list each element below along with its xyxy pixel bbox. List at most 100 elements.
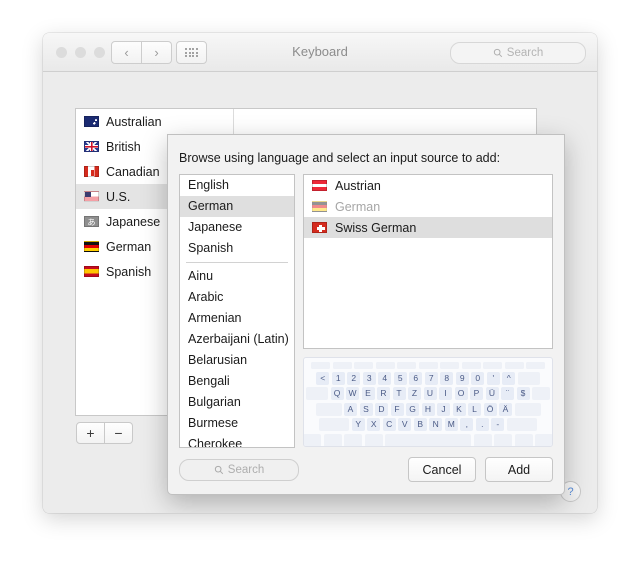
remove-input-source-button[interactable]: −: [105, 422, 133, 444]
list-edit-buttons: + −: [76, 422, 133, 444]
available-input-sources-list[interactable]: Austrian German Swiss German: [303, 174, 553, 349]
preferences-window: ‹ › Keyboard Search Australian British Can: [43, 33, 597, 513]
sheet-search-field[interactable]: Search: [179, 459, 299, 481]
keyboard-key: Ä: [499, 402, 512, 416]
input-source-label: British: [106, 139, 141, 154]
keyboard-key-blank: [526, 362, 545, 369]
keyboard-key: T: [392, 387, 406, 400]
input-source-label: Australian: [106, 114, 162, 129]
language-row[interactable]: English: [180, 175, 294, 196]
keyboard-key-blank: [397, 362, 416, 369]
keyboard-key: <: [316, 371, 330, 385]
right-column: Austrian German Swiss German <1 2 3 4 5 6 7 8 9 0 ' ^…: [303, 174, 553, 448]
keyboard-key: M: [444, 418, 458, 431]
keyboard-row: YXCVBNM,.-: [309, 418, 547, 431]
language-row[interactable]: Armenian: [180, 308, 294, 329]
available-input-source-label: Austrian: [335, 178, 381, 193]
keyboard-row: <1 2 3 4 5 6 7 8 9 0 ' ^: [309, 371, 547, 385]
keyboard-key-blank: [517, 371, 540, 385]
input-source-label: Japanese: [106, 214, 161, 229]
keyboard-key: ¨: [501, 387, 514, 400]
germany-flag-icon: [84, 241, 99, 252]
keyboard-key: H: [421, 402, 435, 416]
keyboard-key: Y: [351, 418, 365, 431]
usa-flag-icon: [84, 191, 99, 202]
add-button[interactable]: Add: [485, 457, 553, 482]
language-row[interactable]: German: [180, 196, 294, 217]
keyboard-key: E: [361, 387, 375, 400]
keyboard-key-blank: [418, 362, 438, 369]
keyboard-key: .: [475, 418, 489, 431]
keyboard-key: $: [516, 387, 530, 400]
keyboard-key: A: [344, 402, 357, 416]
keyboard-key-blank: [506, 418, 537, 431]
keyboard-key: 6: [409, 371, 423, 385]
language-row[interactable]: Azerbaijani (Latin): [180, 329, 294, 350]
language-row[interactable]: Bulgarian: [180, 392, 294, 413]
canada-flag-icon: [84, 166, 99, 177]
spain-flag-icon: [84, 266, 99, 277]
austria-flag-icon: [312, 180, 327, 191]
keyboard-key: G: [406, 402, 419, 416]
input-source-row[interactable]: Australian: [76, 109, 233, 134]
uk-flag-icon: [84, 141, 99, 152]
language-list[interactable]: English German Japanese Spanish Ainu Arabic Ar…: [179, 174, 295, 448]
keyboard-key: 8: [440, 371, 454, 385]
cancel-button[interactable]: Cancel: [408, 457, 476, 482]
keyboard-key: K: [452, 402, 466, 416]
input-source-label: U.S.: [106, 189, 131, 204]
germany-flag-icon: [312, 201, 327, 212]
keyboard-key-blank: [304, 433, 321, 446]
window-titlebar: ‹ › Keyboard Search: [43, 33, 597, 72]
keyboard-key-blank: [514, 433, 533, 446]
keyboard-key-blank: [315, 402, 342, 416]
keyboard-key: ^: [502, 371, 516, 385]
sheet-prompt: Browse using language and select an inpu…: [179, 151, 501, 165]
window-search-field[interactable]: Search: [450, 42, 586, 64]
keyboard-key: F: [390, 402, 404, 416]
sheet-columns: English German Japanese Spanish Ainu Arabic Ar…: [168, 174, 564, 448]
keyboard-key-blank: [535, 433, 552, 446]
keyboard-key: 3: [362, 371, 376, 385]
add-input-source-sheet: Browse using language and select an inpu…: [167, 134, 565, 495]
keyboard-key: ,: [460, 418, 474, 431]
language-list-separator: [186, 262, 288, 263]
keyboard-key: B: [413, 418, 427, 431]
search-icon: [214, 465, 223, 475]
keyboard-row-function: [309, 362, 547, 369]
keyboard-key-blank: [311, 362, 330, 369]
available-input-source-label: Swiss German: [335, 220, 417, 235]
keyboard-key-blank: [461, 362, 481, 369]
language-row[interactable]: Arabic: [180, 287, 294, 308]
keyboard-key-blank: [385, 433, 471, 446]
sheet-actions: Cancel Add: [408, 457, 553, 482]
language-row[interactable]: Bengali: [180, 371, 294, 392]
add-input-source-button[interactable]: +: [76, 422, 105, 444]
keyboard-key: 1: [331, 371, 345, 385]
keyboard-key-blank: [473, 433, 492, 446]
available-input-source-row: German: [304, 196, 552, 217]
keyboard-key: O: [454, 387, 468, 400]
keyboard-key-blank: [319, 418, 350, 431]
keyboard-key: P: [470, 387, 483, 400]
available-input-source-row[interactable]: Swiss German: [304, 217, 552, 238]
switzerland-flag-icon: [312, 222, 327, 233]
language-row[interactable]: Burmese: [180, 413, 294, 434]
keyboard-key: C: [382, 418, 396, 431]
keyboard-key-blank: [514, 402, 541, 416]
keyboard-key-blank: [532, 387, 550, 400]
keyboard-key-blank: [504, 362, 524, 369]
language-row[interactable]: Japanese: [180, 217, 294, 238]
keyboard-key: 5: [393, 371, 407, 385]
language-row[interactable]: Cherokee: [180, 434, 294, 447]
language-row[interactable]: Spanish: [180, 238, 294, 259]
language-row[interactable]: Belarusian: [180, 350, 294, 371]
keyboard-key: U: [423, 387, 437, 400]
keyboard-layout-preview: <1 2 3 4 5 6 7 8 9 0 ' ^ Q W E R T Z U I O P Ü ¨ $ A S D F G H J K L Ö Ä Y X C…: [303, 357, 553, 447]
language-row[interactable]: Ainu: [180, 266, 294, 287]
input-source-label: Canadian: [106, 164, 160, 179]
sheet-search-placeholder: Search: [227, 464, 265, 476]
available-input-source-row[interactable]: Austrian: [304, 175, 552, 196]
keyboard-key: N: [429, 418, 443, 431]
keyboard-key: R: [377, 387, 390, 400]
